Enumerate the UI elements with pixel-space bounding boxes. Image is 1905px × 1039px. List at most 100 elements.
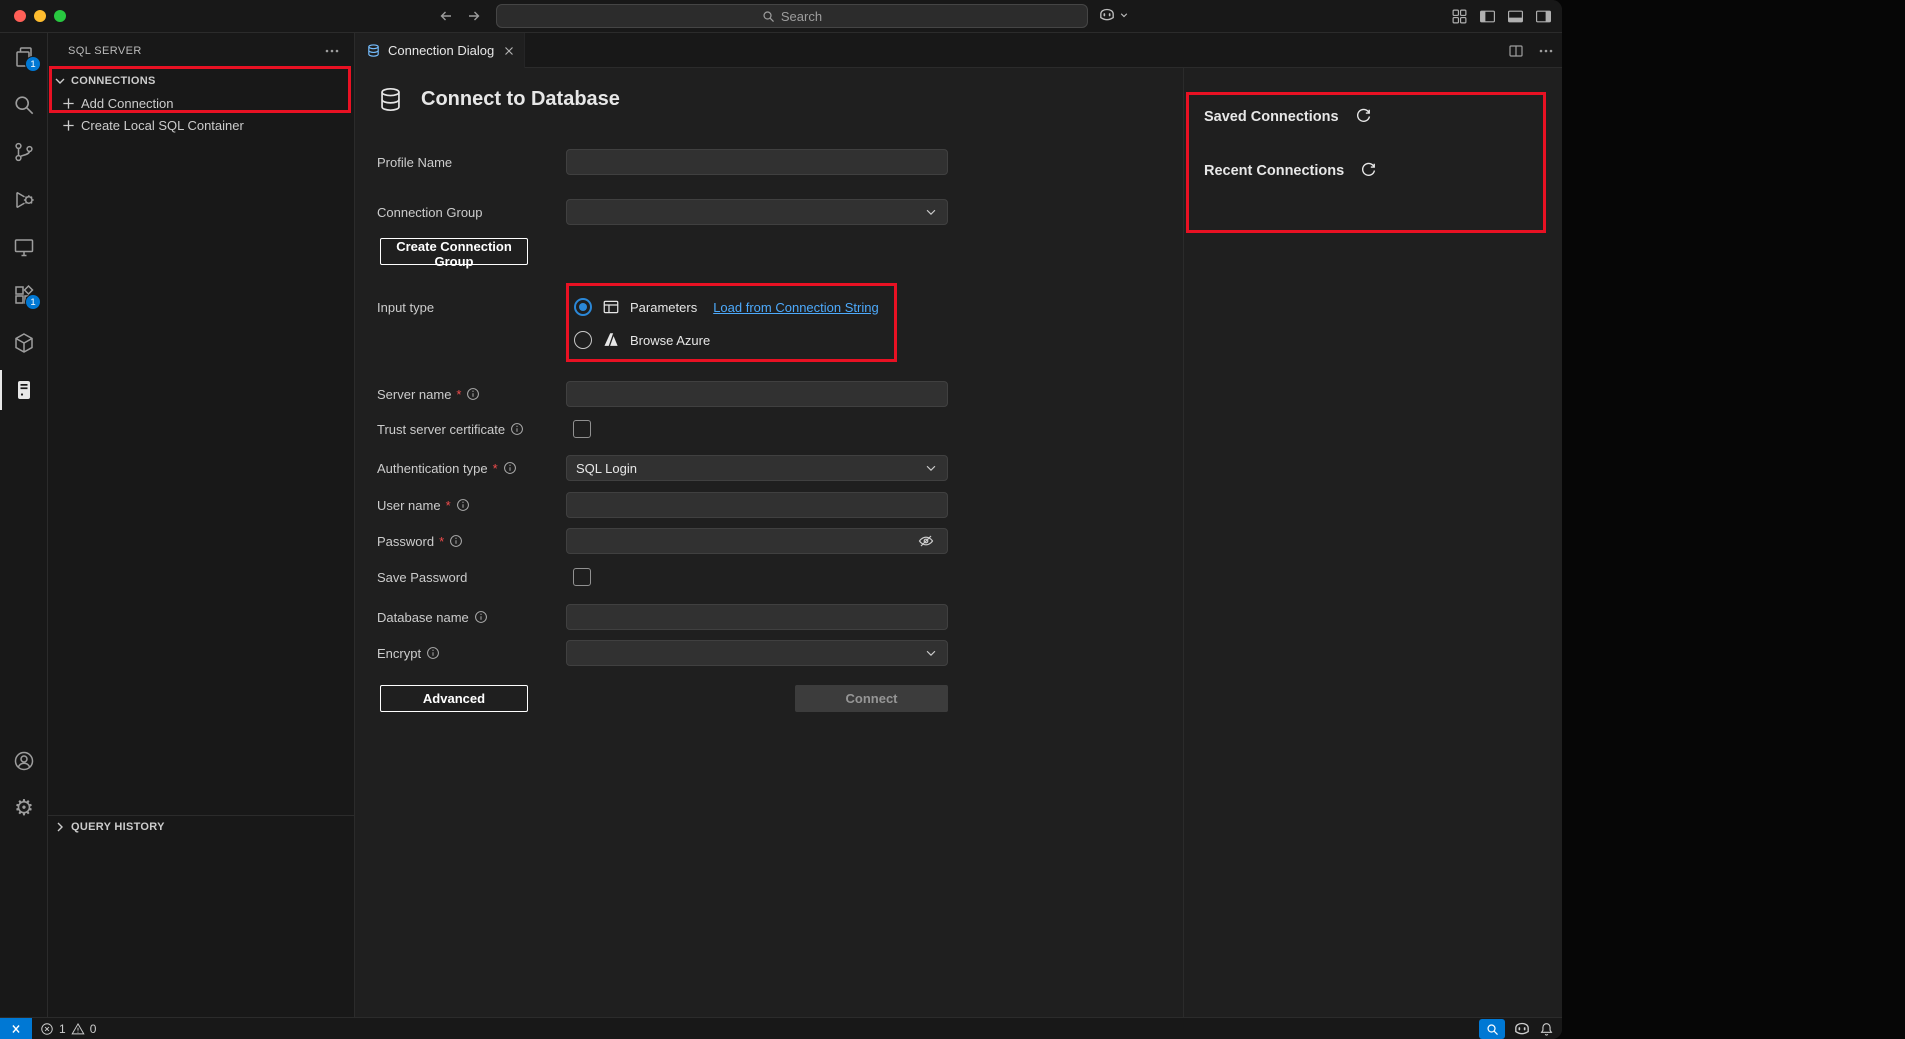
forward-arrow-icon[interactable] — [466, 8, 482, 24]
encrypt-label: Encrypt — [377, 640, 440, 666]
refresh-icon[interactable] — [1355, 108, 1372, 125]
toggle-primary-sidebar-icon[interactable] — [1479, 8, 1496, 25]
database-name-input[interactable] — [566, 604, 948, 630]
info-icon[interactable] — [510, 422, 524, 436]
more-actions-icon[interactable] — [324, 43, 340, 59]
add-connection-item[interactable]: Add Connection — [48, 92, 354, 114]
profile-name-input[interactable] — [566, 149, 948, 175]
sidebar-title: SQL SERVER — [68, 45, 142, 57]
chevron-right-icon — [52, 819, 68, 835]
save-password-row: Save Password — [377, 564, 1281, 590]
remote-indicator[interactable] — [0, 1018, 32, 1039]
back-arrow-icon[interactable] — [438, 8, 454, 24]
input-type-browse-azure-option[interactable]: Browse Azure — [574, 327, 710, 353]
user-name-input[interactable] — [566, 492, 948, 518]
password-input[interactable] — [566, 528, 948, 554]
warning-count: 0 — [90, 1022, 97, 1036]
authentication-type-select[interactable]: SQL Login — [566, 455, 948, 481]
sql-server-icon — [12, 378, 36, 402]
activity-package[interactable] — [0, 321, 48, 365]
window-controls — [14, 10, 66, 22]
account-icon — [12, 749, 36, 773]
server-name-input[interactable] — [566, 381, 948, 407]
layout-controls — [1451, 8, 1552, 25]
bell-icon[interactable] — [1539, 1022, 1554, 1037]
zoom-status-button[interactable] — [1479, 1019, 1505, 1039]
chevron-down-icon — [1119, 10, 1129, 20]
add-connection-label: Add Connection — [81, 96, 174, 111]
vscode-window: Search 1 1 — [0, 0, 1562, 1039]
input-type-parameters-option[interactable]: Parameters Load from Connection String — [574, 294, 879, 320]
error-count: 1 — [59, 1022, 66, 1036]
plus-icon — [61, 118, 76, 133]
info-icon[interactable] — [503, 461, 517, 475]
activity-sql-server[interactable] — [0, 368, 48, 412]
activity-search[interactable] — [0, 83, 48, 127]
info-icon[interactable] — [474, 610, 488, 624]
maximize-window-button[interactable] — [54, 10, 66, 22]
split-editor-icon[interactable] — [1508, 43, 1524, 59]
password-row: Password * — [377, 528, 1281, 554]
copilot-titlebar-button[interactable] — [1098, 6, 1129, 24]
toggle-secondary-sidebar-icon[interactable] — [1535, 8, 1552, 25]
required-asterisk: * — [439, 534, 444, 549]
close-icon[interactable] — [502, 44, 516, 58]
activity-account[interactable] — [0, 739, 48, 783]
close-window-button[interactable] — [14, 10, 26, 22]
eye-off-icon[interactable] — [918, 533, 934, 549]
activity-remote-explorer[interactable] — [0, 225, 48, 269]
chevron-down-icon — [52, 73, 68, 89]
radio-unselected-icon[interactable] — [574, 331, 592, 349]
trust-server-certificate-label: Trust server certificate — [377, 416, 524, 442]
create-connection-group-button[interactable]: Create Connection Group — [380, 238, 528, 265]
query-history-section-header[interactable]: QUERY HISTORY — [48, 815, 354, 837]
minimize-window-button[interactable] — [34, 10, 46, 22]
customize-layout-icon[interactable] — [1451, 8, 1468, 25]
load-connection-string-link[interactable]: Load from Connection String — [713, 300, 878, 315]
create-local-sql-container-item[interactable]: Create Local SQL Container — [48, 114, 354, 136]
authentication-type-value: SQL Login — [576, 461, 637, 476]
explorer-badge: 1 — [25, 56, 41, 72]
problems-status[interactable]: 1 0 — [40, 1018, 96, 1039]
tab-bar: Connection Dialog — [355, 33, 1562, 68]
connection-group-select[interactable] — [566, 199, 948, 225]
recent-connections-title: Recent Connections — [1204, 163, 1344, 179]
query-history-label: QUERY HISTORY — [71, 821, 165, 833]
search-icon — [12, 93, 36, 117]
activity-run-debug[interactable] — [0, 178, 48, 222]
info-icon[interactable] — [466, 387, 480, 401]
tab-label: Connection Dialog — [388, 43, 495, 58]
encrypt-select[interactable] — [566, 640, 948, 666]
database-name-label: Database name — [377, 604, 488, 630]
command-center-search[interactable]: Search — [496, 4, 1088, 28]
activity-explorer[interactable]: 1 — [0, 35, 48, 79]
connect-button[interactable]: Connect — [795, 685, 948, 712]
connections-section-header[interactable]: CONNECTIONS — [48, 70, 354, 92]
profile-name-label: Profile Name — [377, 149, 452, 175]
save-password-checkbox[interactable] — [573, 568, 591, 586]
info-icon[interactable] — [449, 534, 463, 548]
refresh-icon[interactable] — [1360, 162, 1377, 179]
history-navigation — [438, 8, 482, 24]
copilot-status-icon[interactable] — [1513, 1020, 1531, 1038]
advanced-button[interactable]: Advanced — [380, 685, 528, 712]
create-connection-group-row: Create Connection Group — [377, 238, 1281, 265]
create-local-sql-container-label: Create Local SQL Container — [81, 118, 244, 133]
tab-connection-dialog[interactable]: Connection Dialog — [355, 33, 525, 68]
search-icon — [762, 10, 775, 23]
source-control-icon — [12, 140, 36, 164]
more-actions-icon[interactable] — [1538, 43, 1554, 59]
connection-group-row: Connection Group — [377, 199, 1281, 225]
database-name-row: Database name — [377, 604, 1281, 630]
activity-extensions[interactable]: 1 — [0, 273, 48, 317]
radio-selected-icon[interactable] — [574, 298, 592, 316]
activity-settings[interactable]: ⚙ — [0, 787, 48, 831]
editor-group: Connection Dialog Connect to Database Pr… — [355, 33, 1562, 1017]
toggle-panel-icon[interactable] — [1507, 8, 1524, 25]
info-icon[interactable] — [456, 498, 470, 512]
info-icon[interactable] — [426, 646, 440, 660]
trust-server-certificate-checkbox[interactable] — [573, 420, 591, 438]
save-password-label: Save Password — [377, 564, 467, 590]
titlebar: Search — [0, 0, 1562, 33]
activity-source-control[interactable] — [0, 130, 48, 174]
